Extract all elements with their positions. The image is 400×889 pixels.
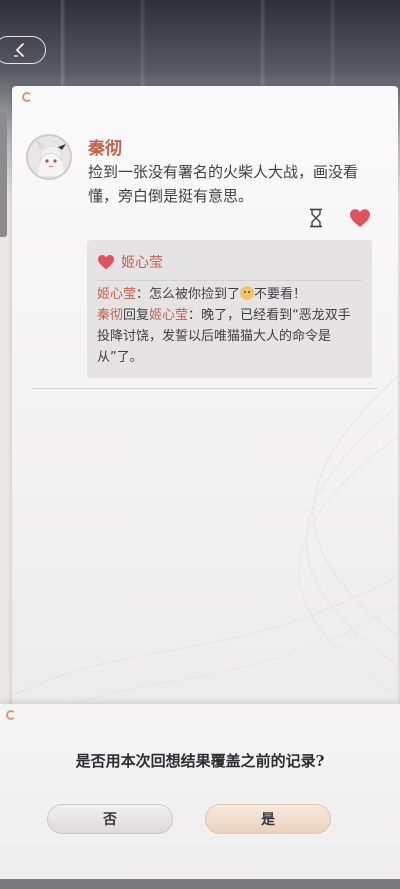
heart-icon — [98, 254, 114, 270]
moment-card: 秦彻 捡到一张没有署名的火柴人大战，画没看懂，旁白倒是挺有意思。 姬心莹 姬心莹… — [12, 86, 398, 726]
card-divider — [32, 388, 378, 389]
reply-target[interactable]: 姬心莹 — [149, 308, 188, 323]
comment-divider — [97, 280, 362, 281]
card-brand-logo — [22, 92, 35, 102]
decorative-waves — [12, 375, 398, 726]
smiley-emoji-icon — [240, 286, 255, 300]
dialog-brand-logo — [6, 710, 19, 720]
comment-item: 姬心莹：怎么被你捡到了 不要看！ — [97, 284, 362, 305]
dialog-question: 是否用本次回想结果覆盖之前的记录? — [75, 752, 325, 770]
brand-logo-icon — [6, 710, 16, 720]
comment-sep: ： — [136, 287, 150, 302]
author-avatar[interactable] — [26, 134, 72, 180]
bottom-strip — [0, 879, 400, 889]
comment-box: 姬心莹 姬心莹：怎么被你捡到了 不要看！ 秦彻回复姬心莹：晚了，已经看到“恶龙双手… — [87, 240, 372, 378]
side-scroll-handle[interactable] — [0, 112, 7, 237]
back-button[interactable] — [0, 36, 46, 64]
hourglass-icon[interactable] — [308, 208, 324, 228]
overwrite-dialog: 是否用本次回想结果覆盖之前的记录? 否 是 — [0, 704, 400, 879]
yes-button[interactable]: 是 — [205, 804, 331, 834]
post-author[interactable]: 秦彻 — [88, 134, 122, 159]
post-text: 捡到一张没有署名的火柴人大战，画没看懂，旁白倒是挺有意思。 — [88, 163, 359, 205]
heart-icon[interactable] — [349, 208, 371, 228]
comment-list: 姬心莹：怎么被你捡到了 不要看！ 秦彻回复姬心莹：晚了，已经看到“恶龙双手投降讨饶… — [97, 284, 362, 368]
no-button[interactable]: 否 — [47, 804, 173, 834]
liker-name[interactable]: 姬心莹 — [121, 252, 163, 272]
reply-word: 回复 — [123, 308, 150, 323]
back-arrow-icon — [14, 43, 24, 57]
brand-logo-icon — [22, 92, 32, 102]
comment-sep: ： — [188, 308, 202, 323]
comment-text-end: 不要看！ — [254, 287, 307, 302]
comment-text: 怎么被你捡到了 — [149, 287, 241, 302]
comment-item: 秦彻回复姬心莹：晚了，已经看到“恶龙双手投降讨饶，发誓以后唯猫猫大人的命令是从”… — [97, 305, 362, 368]
comment-author[interactable]: 秦彻 — [97, 308, 123, 323]
comment-author[interactable]: 姬心莹 — [97, 287, 136, 302]
